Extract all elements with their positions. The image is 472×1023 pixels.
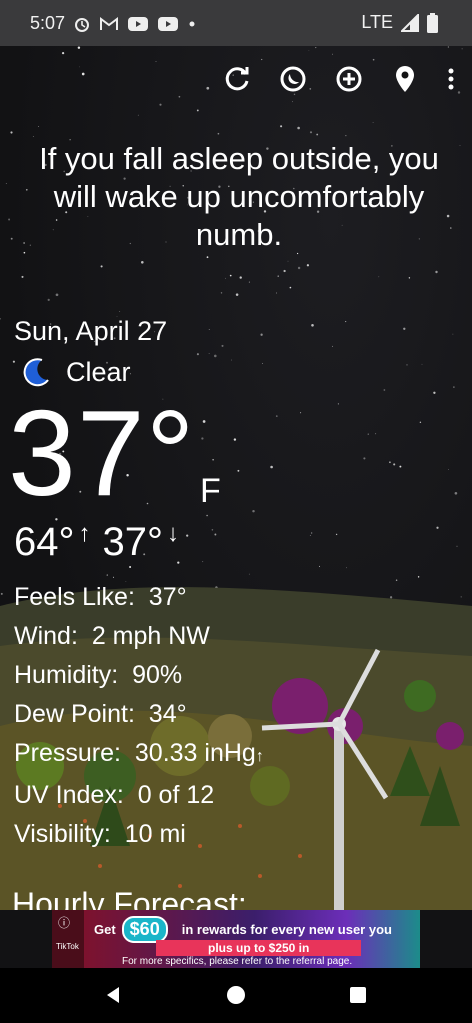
location-button[interactable] [388,62,422,96]
high-low: 64° ↑ 37° ↓ [14,520,179,565]
gmail-icon [100,16,119,30]
pressure-rising-icon: ↑ [255,748,264,765]
signal-icon [401,13,419,32]
low-temp: 37° [102,520,164,564]
add-location-button[interactable] [332,62,366,96]
tiktok-logo: ⓘ TikTok [52,910,84,968]
ad-plus: plus up to $250 in [156,940,362,956]
condition: Clear [20,356,131,388]
detail-value: 90% [132,661,183,689]
weather-date: Sun, April 27 [14,316,168,346]
ad-brand: TikTok [56,942,79,951]
dot-icon [189,21,195,26]
detail-label: Wind: [14,622,78,650]
ad-headline: in rewards for every new user you [181,922,392,937]
detail-pressure: Pressure: 30.33 inHg↑ [14,734,264,776]
detail-wind: Wind: 2 mph NW [14,617,264,656]
detail-humidity: Humidity: 90% [14,656,264,695]
detail-label: Visibility: [14,820,111,848]
detail-value: 2 mph NW [91,622,210,650]
back-icon[interactable] [103,985,123,1005]
ad-get: Get [94,922,116,937]
youtube-icon [128,16,149,31]
navigation-bar [0,968,472,1023]
youtube-icon [158,16,179,31]
theme-button[interactable] [276,62,310,96]
ad-banner[interactable]: ⓘ TikTok Get $60 in rewards for every ne… [52,910,420,968]
hourly-forecast-heading: Hourly Forecast: [12,886,247,910]
status-bar: 5:07 LTE [0,0,472,46]
weather-scene: If you fall asleep outside, you will wak… [0,46,472,910]
down-arrow-icon: ↓ [167,520,179,547]
moon-icon [23,358,49,387]
toolbar [220,62,458,96]
detail-uv-index: UV Index: 0 of 12 [14,776,264,815]
detail-value: 10 mi [124,820,186,848]
detail-label: Feels Like: [14,583,135,611]
status-time: 5:07 [30,13,66,33]
recents-icon[interactable] [349,986,367,1004]
temperature-unit: F [200,472,221,510]
ad-headline-row: Get $60 in rewards for every new user yo… [94,916,392,943]
info-icon: ⓘ [58,916,71,930]
detail-value: 37° [148,583,187,611]
alarm-icon [75,17,90,32]
location-icon [396,66,414,92]
more-icon [448,68,454,90]
detail-label: UV Index: [14,781,124,809]
detail-value: 34° [148,700,187,728]
detail-feels-like: Feels Like: 37° [14,578,264,617]
up-arrow-icon: ↑ [78,520,91,547]
ad-footer: For more specifics, please refer to the … [122,956,353,967]
network-type: LTE [361,12,393,32]
detail-visibility: Visibility: 10 mi [14,815,264,854]
add-icon [336,66,362,92]
weather-quote: If you fall asleep outside, you will wak… [39,141,439,252]
detail-label: Humidity: [14,661,119,689]
weather-details: Feels Like: 37° Wind: 2 mph NW Humidity:… [14,578,264,854]
condition-text: Clear [66,356,131,387]
home-icon[interactable] [226,985,246,1005]
detail-label: Dew Point: [14,700,135,728]
theme-icon [280,66,306,92]
ad-amount: $60 [121,916,168,943]
refresh-icon [225,67,249,91]
detail-value: 30.33 inHg [134,739,256,767]
detail-label: Pressure: [14,739,121,767]
detail-value: 0 of 12 [137,781,215,809]
high-temp: 64° [14,520,75,564]
more-options-button[interactable] [444,62,458,96]
detail-dew-point: Dew Point: 34° [14,695,264,734]
current-temperature: 37° [8,385,196,521]
battery-icon [427,12,438,33]
refresh-button[interactable] [220,62,254,96]
